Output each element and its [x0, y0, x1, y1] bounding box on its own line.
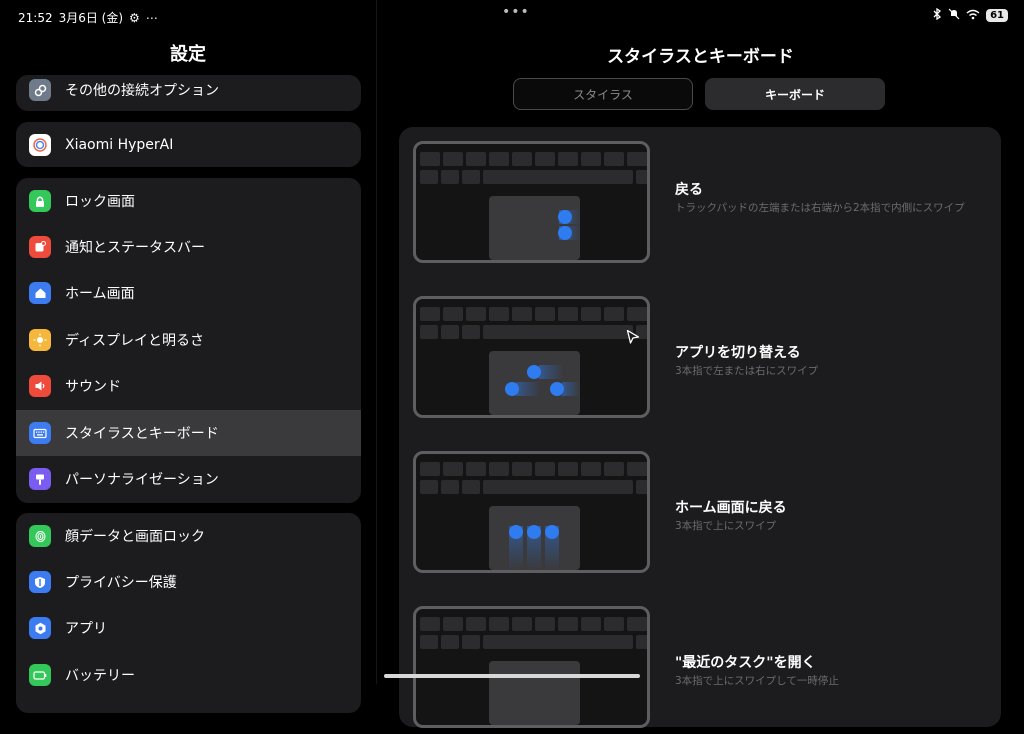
sidebar-item-other-connections[interactable]: その他の接続オプション	[16, 75, 361, 111]
mute-bell-icon	[948, 8, 960, 23]
status-more: ⋯	[145, 10, 158, 25]
status-bar-left: 21:52 3月6日 (金) ⚙ ⋯	[18, 9, 158, 26]
multitask-handle[interactable]: •••	[502, 4, 530, 20]
trackpad	[489, 351, 580, 415]
sidebar-item-label: Xiaomi HyperAI	[65, 137, 174, 153]
sidebar-item-label: ディスプレイと明るさ	[65, 333, 205, 349]
gesture-switch-apps: アプリを切り替える 3本指で左または右にスワイプ	[399, 296, 1001, 424]
finger-dot	[527, 525, 541, 539]
pane-divider	[376, 0, 377, 684]
settings-gear-icon: ⚙	[129, 10, 140, 25]
tab-keyboard[interactable]: キーボード	[705, 78, 885, 110]
shield-icon	[29, 571, 51, 593]
sidebar-item-battery[interactable]: バッテリー	[16, 652, 361, 698]
sidebar-item-home-screen[interactable]: ホーム画面	[16, 270, 361, 316]
gesture-title: アプリを切り替える	[675, 345, 801, 361]
sidebar-item-label: ホーム画面	[65, 286, 135, 302]
sidebar-item-label: その他の接続オプション	[65, 83, 219, 99]
finger-dot	[545, 525, 559, 539]
gesture-back: 戻る トラックパッドの左端または右端から2本指で内側にスワイプ	[399, 141, 1001, 269]
sidebar-item-personalization[interactable]: パーソナライゼーション	[16, 456, 361, 502]
sidebar-item-lock-screen[interactable]: ロック画面	[16, 178, 361, 224]
sidebar-item-label: スタイラスとキーボード	[65, 426, 219, 442]
sidebar-item-hyperai[interactable]: Xiaomi HyperAI	[16, 122, 361, 167]
trackpad	[489, 196, 581, 260]
sidebar-item-label: アプリ	[65, 621, 107, 637]
status-time: 21:52	[18, 10, 53, 25]
lock-icon	[29, 190, 51, 212]
page-title: 設定	[170, 44, 206, 65]
finger-dot	[509, 525, 523, 539]
gesture-description: 3本指で左または右にスワイプ	[675, 365, 819, 377]
settings-group-privacy: 顔データと画面ロック プライバシー保護 アプリ バッテリー	[16, 513, 361, 713]
sidebar-item-privacy[interactable]: プライバシー保護	[16, 559, 361, 605]
trackpad-illustration	[413, 141, 650, 263]
settings-group-connections: その他の接続オプション	[16, 75, 361, 111]
status-bar-right: 61	[932, 7, 1008, 23]
gesture-description: 3本指で上にスワイプして一時停止	[675, 675, 839, 687]
home-icon	[29, 282, 51, 304]
speaker-icon	[29, 375, 51, 397]
gesture-go-home: ホーム画面に戻る 3本指で上にスワイプ	[399, 451, 1001, 579]
sidebar-item-face-lock[interactable]: 顔データと画面ロック	[16, 513, 361, 559]
sidebar-item-label: 顔データと画面ロック	[65, 529, 205, 545]
fingerprint-icon	[29, 525, 51, 547]
finger-dot	[550, 382, 564, 396]
detail-title: スタイラスとキーボード	[607, 47, 794, 67]
sidebar-item-label: サウンド	[65, 379, 121, 395]
sidebar-item-label: パーソナライゼーション	[65, 472, 219, 488]
hyperai-icon	[29, 134, 51, 156]
sidebar-item-notifications[interactable]: 通知とステータスバー	[16, 224, 361, 270]
sun-icon	[29, 329, 51, 351]
sidebar-item-label: プライバシー保護	[65, 575, 177, 591]
finger-dot	[558, 210, 572, 224]
gesture-title: 戻る	[675, 182, 703, 198]
sidebar-item-label: 通知とステータスバー	[65, 240, 205, 256]
trackpad-illustration	[413, 296, 650, 418]
status-date: 3月6日 (金)	[58, 11, 124, 25]
pointer-cursor-icon	[626, 329, 640, 349]
gesture-recent-tasks: "最近のタスク"を開く 3本指で上にスワイプして一時停止	[399, 606, 1001, 734]
notification-icon	[29, 236, 51, 258]
home-indicator[interactable]	[384, 674, 640, 678]
gesture-description: トラックパッドの左端または右端から2本指で内側にスワイプ	[675, 202, 965, 214]
gesture-list: 戻る トラックパッドの左端または右端から2本指で内側にスワイプ アプリを切り替え…	[399, 127, 1001, 728]
finger-dot	[527, 365, 541, 379]
gesture-title: ホーム画面に戻る	[675, 500, 787, 516]
finger-dot	[558, 226, 572, 240]
settings-group-display: ロック画面 通知とステータスバー ホーム画面 ディスプレイと明るさ サウンド ス…	[16, 178, 361, 503]
battery-icon	[29, 664, 51, 686]
sidebar-item-sound[interactable]: サウンド	[16, 363, 361, 409]
wifi-icon	[966, 9, 980, 23]
brush-icon	[29, 468, 51, 490]
trackpad	[489, 506, 580, 570]
finger-dot	[505, 382, 519, 396]
keyboard-icon	[29, 422, 51, 444]
link-icon	[29, 79, 51, 101]
sidebar-item-display[interactable]: ディスプレイと明るさ	[16, 317, 361, 363]
trackpad	[489, 661, 580, 725]
tab-stylus[interactable]: スタイラス	[513, 78, 693, 110]
settings-group-ai: Xiaomi HyperAI	[16, 122, 361, 167]
sidebar-item-label: バッテリー	[65, 668, 135, 684]
sidebar-item-stylus-keyboard[interactable]: スタイラスとキーボード	[16, 410, 361, 456]
gesture-description: 3本指で上にスワイプ	[675, 520, 777, 532]
gesture-title: "最近のタスク"を開く	[675, 655, 816, 671]
trackpad-illustration	[413, 451, 650, 573]
trackpad-illustration	[413, 606, 650, 728]
battery-indicator: 61	[986, 9, 1008, 22]
gear-icon	[29, 617, 51, 639]
sidebar-item-apps[interactable]: アプリ	[16, 605, 361, 651]
sidebar-item-label: ロック画面	[65, 194, 135, 210]
bluetooth-icon	[932, 7, 942, 23]
